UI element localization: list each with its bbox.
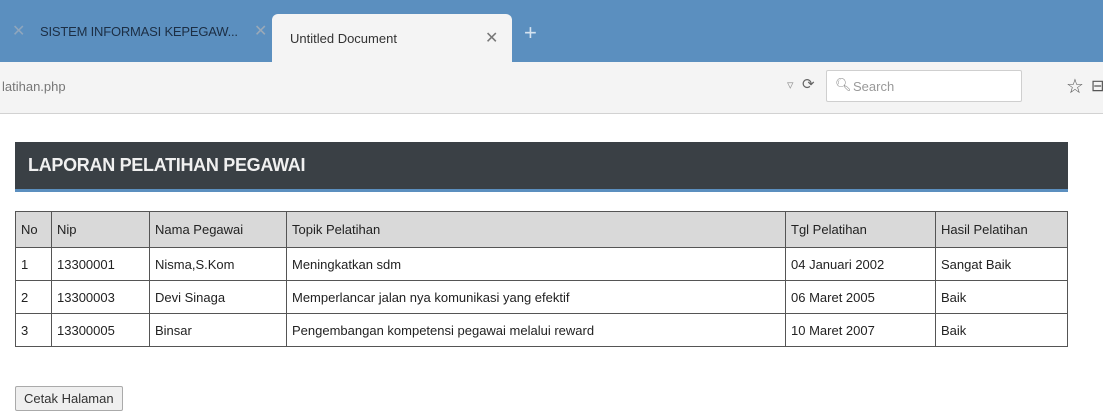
cell-hasil: Baik [935, 313, 1068, 347]
close-icon[interactable]: ✕ [254, 21, 267, 41]
column-header-nama: Nama Pegawai [149, 211, 287, 248]
print-page-button[interactable]: Cetak Halaman [15, 386, 123, 411]
cell-nip: 13300003 [51, 280, 150, 314]
close-icon[interactable]: ✕ [485, 28, 498, 48]
cell-nama: Binsar [149, 313, 287, 347]
plus-icon[interactable]: + [524, 20, 537, 46]
search-input[interactable]: 🔍︎ Search [826, 70, 1022, 102]
navigation-bar: latihan.php ▿ ⟳ 🔍︎ Search ☆ ⊟ [0, 62, 1103, 114]
tab-sistem-informasi[interactable]: ✕ SISTEM INFORMASI KEPEGAW... ✕ [0, 12, 285, 50]
cell-tgl: 04 Januari 2002 [785, 247, 936, 281]
column-header-hasil: Hasil Pelatihan [935, 211, 1068, 248]
cell-tgl: 06 Maret 2005 [785, 280, 936, 314]
url-bar[interactable]: latihan.php [2, 79, 66, 94]
cell-topik: Meningkatkan sdm [286, 247, 786, 281]
cell-nama: Devi Sinaga [149, 280, 287, 314]
cell-hasil: Sangat Baik [935, 247, 1068, 281]
page-title-text: LAPORAN PELATIHAN PEGAWAI [28, 155, 306, 175]
close-icon[interactable]: ✕ [12, 21, 25, 41]
cell-no: 3 [15, 313, 52, 347]
column-header-tgl: Tgl Pelatihan [785, 211, 936, 248]
search-placeholder: Search [853, 79, 895, 94]
page-title: LAPORAN PELATIHAN PEGAWAI [15, 142, 1068, 192]
table-row: 3 13300005 Binsar Pengembangan kompetens… [15, 313, 1068, 347]
table-row: 1 13300001 Nisma,S.Kom Meningkatkan sdm … [15, 247, 1068, 281]
column-header-no: No [15, 211, 52, 248]
cell-nip: 13300005 [51, 313, 150, 347]
search-icon: 🔍︎ [835, 77, 852, 92]
bookmark-star-icon[interactable]: ☆ [1066, 74, 1084, 99]
cell-hasil: Baik [935, 280, 1068, 314]
table-header-row: No Nip Nama Pegawai Topik Pelatihan Tgl … [15, 211, 1068, 248]
cell-nama: Nisma,S.Kom [149, 247, 287, 281]
reading-list-icon[interactable]: ⊟ [1091, 76, 1103, 96]
cell-no: 2 [15, 280, 52, 314]
cell-tgl: 10 Maret 2007 [785, 313, 936, 347]
column-header-topik: Topik Pelatihan [286, 211, 786, 248]
cell-topik: Pengembangan kompetensi pegawai melalui … [286, 313, 786, 347]
training-report-table: No Nip Nama Pegawai Topik Pelatihan Tgl … [15, 211, 1068, 347]
tab-title: Untitled Document [290, 30, 397, 46]
dropdown-arrow-icon[interactable]: ▿ [787, 77, 794, 93]
cell-nip: 13300001 [51, 247, 150, 281]
reload-icon[interactable]: ⟳ [802, 75, 815, 93]
column-header-nip: Nip [51, 211, 150, 248]
cell-topik: Memperlancar jalan nya komunikasi yang e… [286, 280, 786, 314]
table-row: 2 13300003 Devi Sinaga Memperlancar jala… [15, 280, 1068, 314]
tab-title: SISTEM INFORMASI KEPEGAW... [40, 23, 238, 39]
cell-no: 1 [15, 247, 52, 281]
browser-tab-strip: ✕ SISTEM INFORMASI KEPEGAW... ✕ Untitled… [0, 0, 1103, 62]
tab-untitled-document[interactable]: Untitled Document ✕ [272, 14, 512, 62]
